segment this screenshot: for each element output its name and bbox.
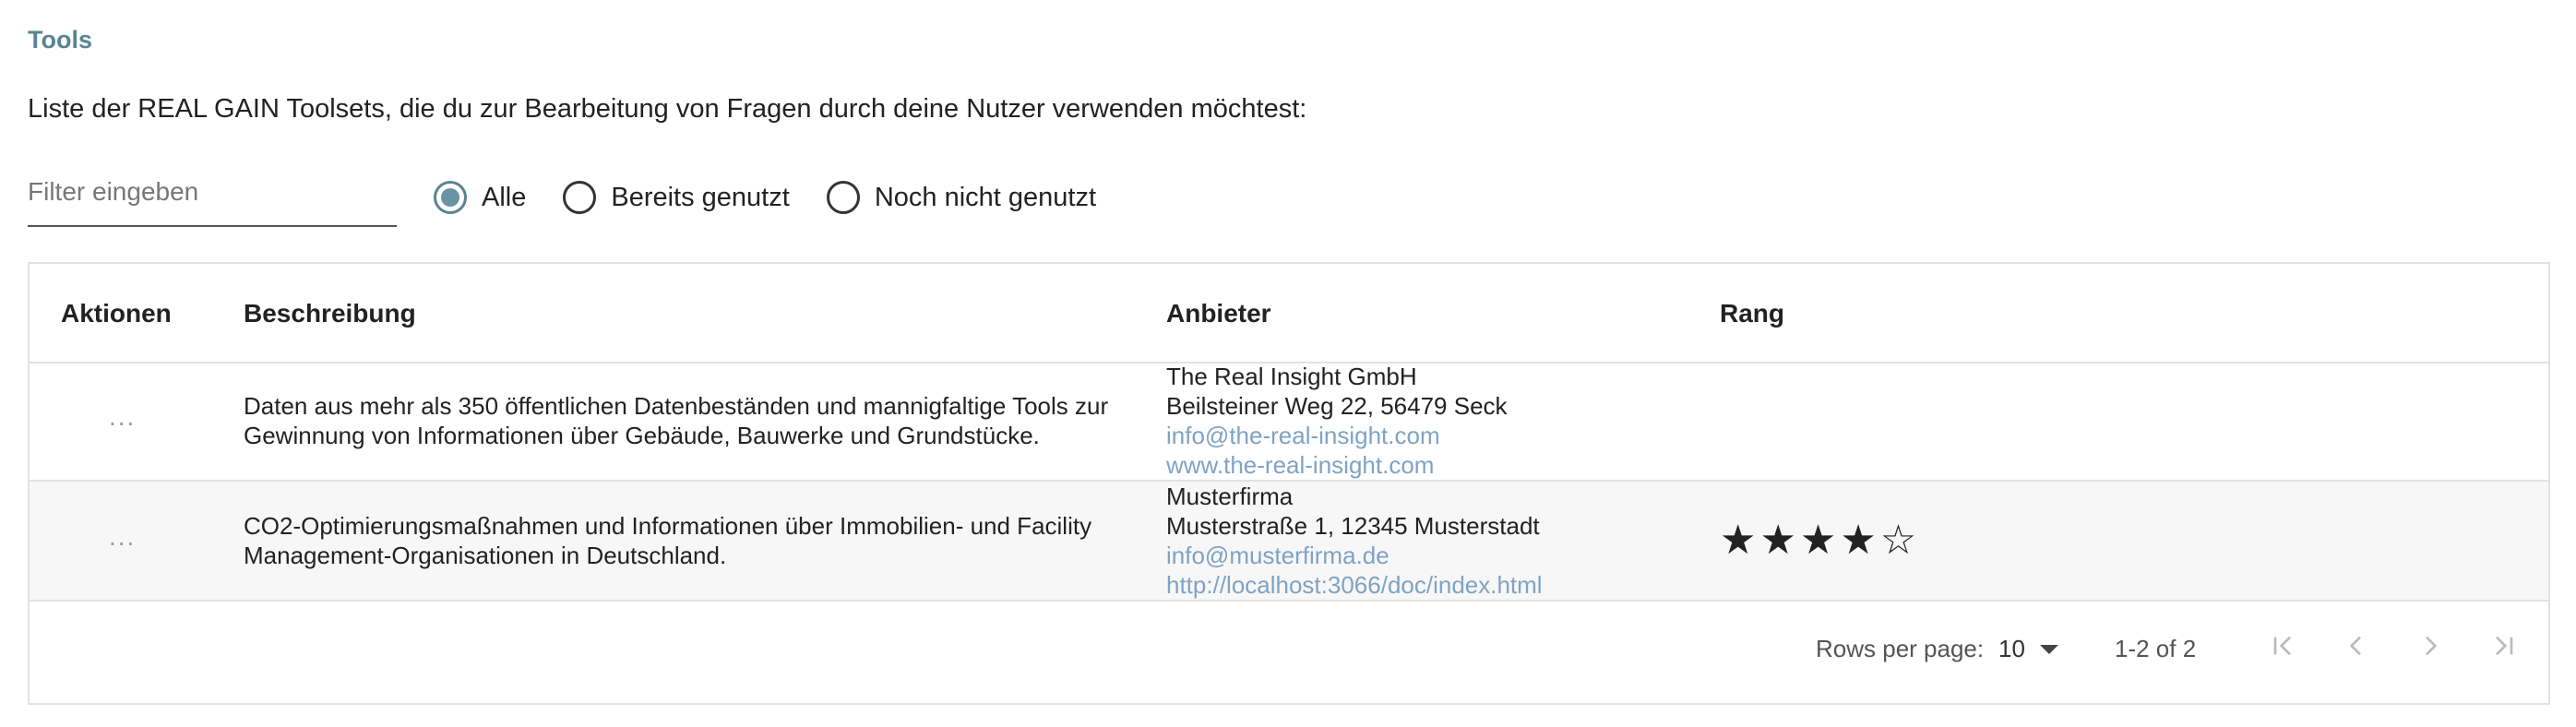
chevron-left-icon [2349,636,2361,656]
provider-email-link[interactable]: info@musterfirma.de [1166,541,1543,570]
last-page-icon [2496,636,2513,656]
radio-label: Noch nicht genutzt [874,182,1097,212]
previous-page-button[interactable] [2338,627,2375,664]
pagination-range: 1-2 of 2 [2115,635,2197,662]
provider-name: Musterfirma [1166,483,1294,510]
provider-address: Musterstraße 1, 12345 Musterstadt [1166,512,1540,540]
radio-checked-icon [434,181,467,214]
chevron-right-icon [2426,636,2438,656]
row-description: CO2-Optimierungsmaßnahmen und Informatio… [244,512,1092,569]
row-actions-menu[interactable]: ... [109,522,136,552]
usage-filter-radio-group: Alle Bereits genutzt Noch nicht genutzt [434,181,1133,214]
radio-unchecked-icon [826,181,860,214]
filter-field [28,173,397,227]
radio-label: Alle [482,182,527,212]
first-page-icon [2273,636,2291,656]
header-description[interactable]: Beschreibung [244,299,416,328]
row-provider: The Real Insight GmbH Beilsteiner Weg 22… [1166,362,1508,480]
header-provider[interactable]: Anbieter [1166,299,1271,328]
radio-unchecked-icon [563,181,597,214]
rows-per-page-value: 10 [1998,635,2025,662]
next-page-button[interactable] [2412,627,2449,664]
provider-email-link[interactable]: info@the-real-insight.com [1166,421,1508,450]
last-page-button[interactable] [2486,627,2522,664]
dropdown-caret-icon [2039,644,2058,654]
provider-web-link[interactable]: www.the-real-insight.com [1166,450,1508,480]
row-description: Daten aus mehr als 350 öffentlichen Date… [244,392,1109,449]
first-page-button[interactable] [2264,627,2301,664]
radio-label: Bereits genutzt [611,182,790,212]
rows-per-page-select[interactable]: 10 [1998,635,2058,663]
section-title: Tools [28,26,92,54]
row-provider: Musterfirma Musterstraße 1, 12345 Muster… [1166,482,1543,600]
filter-input[interactable] [28,173,397,210]
radio-bereits-genutzt[interactable]: Bereits genutzt [563,181,790,214]
provider-name: The Real Insight GmbH [1166,363,1417,390]
header-actions[interactable]: Aktionen [61,299,172,328]
table-row[interactable]: ... Daten aus mehr als 350 öffentlichen … [30,362,2548,482]
intro-text: Liste der REAL GAIN Toolsets, die du zur… [28,94,1307,124]
table-row[interactable]: ... CO2-Optimierungsmaßnahmen und Inform… [30,482,2548,602]
radio-alle[interactable]: Alle [434,181,526,214]
provider-address: Beilsteiner Weg 22, 56479 Seck [1166,392,1508,420]
rank-stars: ★★★★☆ [1720,518,1921,563]
row-actions-menu[interactable]: ... [109,402,136,432]
rows-per-page-label: Rows per page: [1816,635,1985,662]
radio-noch-nicht-genutzt[interactable]: Noch nicht genutzt [826,181,1097,214]
table-header: Aktionen Beschreibung Anbieter Rang [30,264,2548,364]
table-pagination: Rows per page: 10 1-2 of 2 [30,600,2548,703]
header-rank[interactable]: Rang [1720,299,1784,328]
tools-table: Aktionen Beschreibung Anbieter Rang ... … [28,262,2550,705]
provider-web-link[interactable]: http://localhost:3066/doc/index.html [1166,570,1543,600]
